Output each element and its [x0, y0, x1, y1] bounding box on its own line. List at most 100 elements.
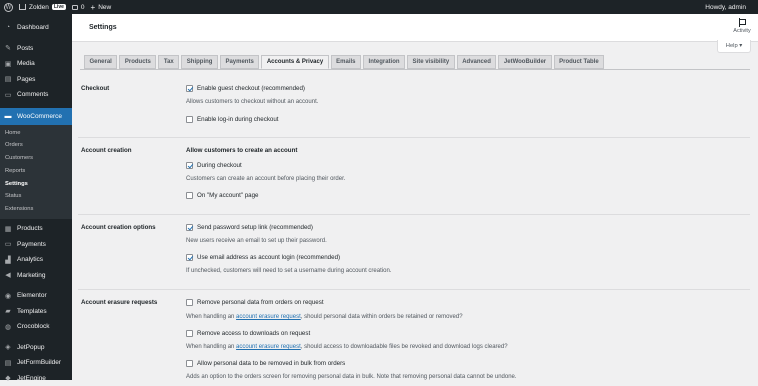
sidebar-item-analytics[interactable]: ▟ Analytics: [0, 252, 72, 268]
sidebar-item-jetformbuilder[interactable]: ▤ JetFormBuilder: [0, 355, 72, 371]
remove-orders-description: When handling an account erasure request…: [186, 314, 463, 320]
sidebar-item-dashboard[interactable]: ◔ Dashboard: [0, 20, 72, 36]
password-link-checkbox[interactable]: [186, 224, 193, 231]
tab-payments[interactable]: Payments: [219, 55, 260, 69]
sidebar-item-woocommerce[interactable]: ▬ WooCommerce: [0, 107, 72, 125]
page-title: Settings: [89, 24, 117, 31]
tab-advanced[interactable]: Advanced: [456, 55, 497, 69]
tab-products[interactable]: Products: [119, 55, 157, 69]
bulk-removal-checkbox[interactable]: [186, 360, 193, 367]
howdy-account-link[interactable]: Howdy, admin: [705, 4, 746, 11]
during-checkout-checkbox[interactable]: [186, 162, 193, 169]
submenu-item-home[interactable]: Home: [0, 127, 72, 140]
erasure-request-link[interactable]: account erasure request: [236, 344, 301, 350]
sidebar-item-jetpopup[interactable]: ◈ JetPopup: [0, 340, 72, 356]
guest-checkout-option[interactable]: Enable guest checkout (recommended): [186, 85, 305, 92]
sidebar-item-media[interactable]: ▣ Media: [0, 56, 72, 72]
submenu-item-status[interactable]: Status: [0, 190, 72, 203]
sidebar-item-jetengine[interactable]: ◆ JetEngine: [0, 371, 72, 386]
remove-downloads-description: When handling an account erasure request…: [186, 344, 508, 350]
submenu-item-extensions[interactable]: Extensions: [0, 203, 72, 216]
sidebar-item-products[interactable]: ▦ Products: [0, 221, 72, 237]
woocommerce-submenu: Home Orders Customers Reports Settings S…: [0, 124, 72, 220]
section-divider: [78, 214, 750, 215]
plus-icon: +: [90, 2, 96, 12]
tab-product-table[interactable]: Product Table: [553, 55, 605, 69]
sidebar-item-posts[interactable]: ✎ Posts: [0, 41, 72, 57]
submenu-item-customers[interactable]: Customers: [0, 152, 72, 165]
new-content-link[interactable]: + New: [91, 3, 112, 12]
comment-icon: ▭: [4, 91, 12, 99]
box-icon: ▦: [4, 225, 12, 233]
sidebar-item-crocoblock[interactable]: ◍ Crocoblock: [0, 319, 72, 335]
sidebar-item-comments[interactable]: ▭ Comments: [0, 87, 72, 103]
tab-integration[interactable]: Integration: [363, 55, 406, 69]
admin-sidebar: ◔ Dashboard ✎ Posts ▣ Media ▤ Pages ▭ Co…: [0, 14, 72, 382]
new-label: New: [98, 3, 112, 11]
email-login-description: If unchecked, customers will need to set…: [186, 268, 392, 274]
sidebar-item-elementor[interactable]: ◉ Elementor: [0, 288, 72, 304]
my-account-option[interactable]: On "My account" page: [186, 192, 259, 199]
page-icon: ▤: [4, 76, 12, 84]
login-checkout-label: Enable log-in during checkout: [197, 116, 279, 123]
submenu-item-settings[interactable]: Settings: [0, 178, 72, 191]
site-name: Zolden: [29, 3, 49, 11]
during-checkout-description: Customers can create an account before p…: [186, 176, 346, 182]
site-name-link[interactable]: Zolden Live: [19, 4, 66, 11]
guest-checkout-label: Enable guest checkout (recommended): [197, 85, 305, 92]
bulk-removal-option[interactable]: Allow personal data to be removed in bul…: [186, 360, 345, 367]
email-login-option[interactable]: Use email address as account login (reco…: [186, 254, 340, 261]
admin-bar: W Zolden Live 0 + New Howdy, admin: [0, 0, 758, 14]
email-login-checkbox[interactable]: [186, 254, 193, 261]
password-link-label: Send password setup link (recommended): [197, 224, 313, 231]
sidebar-item-templates[interactable]: ▰ Templates: [0, 304, 72, 320]
guest-checkout-description: Allows customers to checkout without an …: [186, 99, 319, 105]
section-label-account-creation: Account creation: [81, 147, 132, 154]
jet-icon: ◈: [5, 344, 11, 352]
section-label-checkout: Checkout: [81, 85, 110, 92]
elementor-icon: ◉: [4, 292, 12, 300]
section-label-erasure: Account erasure requests: [81, 299, 158, 306]
tab-emails[interactable]: Emails: [330, 55, 362, 69]
tab-accounts-privacy[interactable]: Accounts & Privacy: [261, 55, 329, 69]
during-checkout-option[interactable]: During checkout: [186, 162, 242, 169]
card-icon: ▭: [4, 241, 12, 249]
login-checkout-checkbox[interactable]: [186, 116, 193, 123]
password-link-option[interactable]: Send password setup link (recommended): [186, 224, 313, 231]
tab-shipping[interactable]: Shipping: [181, 55, 218, 69]
comments-count: 0: [80, 3, 85, 11]
remove-downloads-option[interactable]: Remove access to downloads on request: [186, 330, 310, 337]
password-link-description: New users receive an email to set up the…: [186, 238, 327, 244]
guest-checkout-checkbox[interactable]: [186, 85, 193, 92]
comments-link[interactable]: 0: [71, 3, 85, 11]
wordpress-logo-icon[interactable]: W: [4, 2, 13, 12]
tab-general[interactable]: General: [84, 55, 118, 69]
settings-tabs: General Products Tax Shipping Payments A…: [84, 55, 605, 69]
remove-orders-option[interactable]: Remove personal data from orders on requ…: [186, 299, 324, 306]
login-checkout-option[interactable]: Enable log-in during checkout: [186, 116, 279, 123]
home-icon: [19, 4, 26, 10]
tab-divider: [80, 69, 750, 70]
erasure-request-link[interactable]: account erasure request: [236, 314, 301, 320]
submenu-item-orders[interactable]: Orders: [0, 139, 72, 152]
tab-tax[interactable]: Tax: [158, 55, 180, 69]
remove-orders-checkbox[interactable]: [186, 299, 193, 306]
tab-site-visibility[interactable]: Site visibility: [407, 55, 455, 69]
sidebar-item-payments[interactable]: ▭ Payments: [0, 237, 72, 253]
my-account-label: On "My account" page: [197, 192, 259, 199]
croco-icon: ◍: [4, 323, 12, 331]
remove-downloads-checkbox[interactable]: [186, 330, 193, 337]
submenu-item-reports[interactable]: Reports: [0, 165, 72, 178]
activity-button[interactable]: Activity: [730, 18, 754, 34]
live-badge: Live: [51, 4, 66, 10]
help-button[interactable]: Help ▾: [717, 40, 751, 53]
chart-icon: ▟: [5, 256, 11, 264]
sidebar-item-marketing[interactable]: ◀ Marketing: [0, 268, 72, 284]
bulk-removal-description: Adds an option to the orders screen for …: [186, 374, 517, 380]
engine-icon: ◆: [5, 375, 11, 383]
tab-jetwoobuilder[interactable]: JetWooBuilder: [498, 55, 552, 69]
flag-icon: [738, 18, 746, 27]
my-account-checkbox[interactable]: [186, 192, 193, 199]
comment-icon: [71, 4, 78, 10]
sidebar-item-pages[interactable]: ▤ Pages: [0, 72, 72, 88]
